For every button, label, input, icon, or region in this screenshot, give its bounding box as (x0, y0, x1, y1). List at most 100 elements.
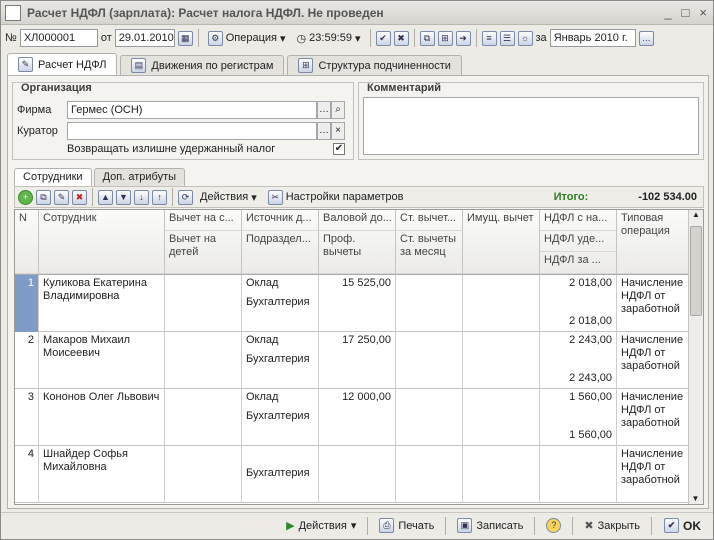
std-cell[interactable] (396, 389, 463, 446)
based-on-icon[interactable]: ➜ (455, 30, 471, 46)
period-field[interactable]: Январь 2010 г. (549, 29, 636, 47)
deduction-cell[interactable] (165, 446, 242, 503)
save-button[interactable]: ▣ Записать (454, 518, 526, 533)
employee-cell[interactable]: Шнайдер Софья Михайловна (39, 446, 165, 503)
firm-select-button[interactable]: … (317, 101, 331, 119)
unpost-icon[interactable]: ✖ (393, 30, 409, 46)
gross-cell[interactable]: 12 000,00 (319, 389, 396, 446)
scroll-up-icon[interactable]: ▲ (689, 210, 703, 219)
col-ndfl-withheld[interactable]: НДФЛ уде... (540, 231, 617, 252)
date-field[interactable]: 29.01.2010 (114, 29, 175, 47)
list-icon[interactable]: ≡ (481, 30, 497, 46)
sort-desc-icon[interactable]: ↑ (152, 189, 167, 205)
col-std-deduction[interactable]: Ст. вычет... (396, 210, 463, 231)
refresh-icon[interactable]: ⟳ (178, 189, 193, 205)
property-cell[interactable] (463, 275, 540, 332)
vertical-scrollbar[interactable]: ▲ ▼ (688, 210, 703, 504)
source-cell[interactable]: Оклад (246, 334, 314, 347)
property-cell[interactable] (463, 446, 540, 503)
clear-icon[interactable]: × (331, 122, 345, 140)
std-cell[interactable] (396, 275, 463, 332)
ndfl-period-cell[interactable]: 1 560,00 (544, 429, 612, 442)
actions-button[interactable]: ▶ Действия ▾ (283, 519, 359, 533)
ndfl-accrued-cell[interactable]: 2 243,00 (544, 334, 612, 347)
col-gross[interactable]: Валовой до... (319, 210, 396, 231)
operation-button[interactable]: ⚙ Операция ▾ (204, 28, 290, 48)
col-prof-deductions[interactable]: Проф. вычеты (319, 231, 396, 274)
col-department[interactable]: Подраздел... (242, 231, 319, 274)
ndfl-accrued-cell[interactable]: 2 018,00 (544, 277, 612, 290)
col-n[interactable]: N (15, 210, 39, 274)
search-icon[interactable]: ⌕ (331, 101, 345, 119)
col-deduction[interactable]: Вычет на с... (165, 210, 242, 231)
col-property[interactable]: Имущ. вычет (463, 210, 540, 274)
std-cell[interactable] (396, 332, 463, 389)
col-income-source[interactable]: Источник д... (242, 210, 319, 231)
table-row[interactable]: 4 Шнайдер Софья Михайловна Бухгалтерия Н… (15, 446, 689, 503)
number-field[interactable]: ХЛ000001 (19, 29, 98, 47)
tab-ndfl[interactable]: ✎ Расчет НДФЛ (7, 53, 118, 75)
operation-cell[interactable]: Начисление НДФЛ от заработной (617, 332, 689, 389)
filter-icon[interactable]: ☰ (499, 30, 515, 46)
employee-cell[interactable]: Макаров Михаил Моисеевич (39, 332, 165, 389)
sort-asc-icon[interactable]: ↓ (134, 189, 149, 205)
source-cell[interactable]: Оклад (246, 277, 314, 290)
maximize-button[interactable]: □ (682, 5, 690, 20)
help-button[interactable]: ? (543, 518, 564, 533)
curator-select-button[interactable]: … (317, 122, 331, 140)
tab-extra-attributes[interactable]: Доп. атрибуты (93, 168, 186, 186)
department-cell[interactable]: Бухгалтерия (246, 410, 314, 423)
scroll-down-icon[interactable]: ▼ (689, 494, 702, 503)
calendar-icon[interactable]: ▦ (177, 30, 193, 46)
property-cell[interactable] (463, 389, 540, 446)
settings-button[interactable]: ✂ Настройки параметров (264, 187, 408, 207)
fill-icon[interactable]: ☼ (517, 30, 533, 46)
firm-input[interactable]: Гермес (ОСН) (67, 101, 317, 119)
add-icon[interactable]: + (18, 189, 33, 205)
table-row[interactable]: 3 Кононов Олег Львович Оклад Бухгалтерия … (15, 389, 689, 446)
structure-icon[interactable]: ⊞ (437, 30, 453, 46)
delete-icon[interactable]: ✖ (72, 189, 87, 205)
col-operation[interactable]: Типовая операция (617, 210, 689, 274)
col-ndfl-period[interactable]: НДФЛ за ... (540, 252, 617, 274)
employee-cell[interactable]: Куликова Екатерина Владимировна (39, 275, 165, 332)
department-cell[interactable]: Бухгалтерия (246, 467, 314, 480)
grid-actions-button[interactable]: Действия ▾ (196, 187, 261, 207)
period-select-icon[interactable]: … (638, 30, 654, 46)
ndfl-period-cell[interactable]: 2 018,00 (544, 315, 612, 328)
deduction-cell[interactable] (165, 389, 242, 446)
tab-structure[interactable]: ⊞ Структура подчиненности (287, 55, 462, 75)
move-down-icon[interactable]: ▼ (116, 189, 131, 205)
move-up-icon[interactable]: ▲ (98, 189, 113, 205)
refund-checkbox[interactable]: ✔ (333, 143, 345, 155)
gross-cell[interactable]: 17 250,00 (319, 332, 396, 389)
std-cell[interactable] (396, 446, 463, 503)
ok-button[interactable]: ✔ OK (660, 518, 705, 533)
minimize-button[interactable]: _ (664, 5, 671, 20)
source-cell[interactable]: Оклад (246, 391, 314, 404)
tab-employees[interactable]: Сотрудники (14, 168, 92, 186)
col-deduction-kids[interactable]: Вычет на детей (165, 231, 242, 274)
col-ndfl-accrued[interactable]: НДФЛ с на... (540, 210, 617, 231)
curator-input[interactable] (67, 122, 317, 140)
table-row[interactable]: 1 Куликова Екатерина Владимировна Оклад Б… (15, 275, 689, 332)
operation-cell[interactable]: Начисление НДФЛ от заработной (617, 275, 689, 332)
close-window-button[interactable]: × (699, 5, 707, 20)
col-employee[interactable]: Сотрудник (39, 210, 165, 274)
gross-cell[interactable]: 15 525,00 (319, 275, 396, 332)
close-button[interactable]: ✖ Закрыть (581, 519, 643, 533)
department-cell[interactable]: Бухгалтерия (246, 296, 314, 309)
col-std-month[interactable]: Ст. вычеты за месяц (396, 231, 463, 274)
comment-textarea[interactable] (363, 97, 699, 155)
operation-cell[interactable]: Начисление НДФЛ от заработной (617, 446, 689, 503)
employee-cell[interactable]: Кононов Олег Львович (39, 389, 165, 446)
time-button[interactable]: ◷ 23:59:59 ▾ (293, 28, 365, 48)
copy-icon[interactable]: ⧉ (419, 30, 435, 46)
add-copy-icon[interactable]: ⧉ (36, 189, 51, 205)
edit-icon[interactable]: ✎ (54, 189, 69, 205)
print-button[interactable]: ⎙ Печать (376, 518, 437, 533)
property-cell[interactable] (463, 332, 540, 389)
operation-cell[interactable]: Начисление НДФЛ от заработной (617, 389, 689, 446)
post-icon[interactable]: ✔ (375, 30, 391, 46)
deduction-cell[interactable] (165, 275, 242, 332)
